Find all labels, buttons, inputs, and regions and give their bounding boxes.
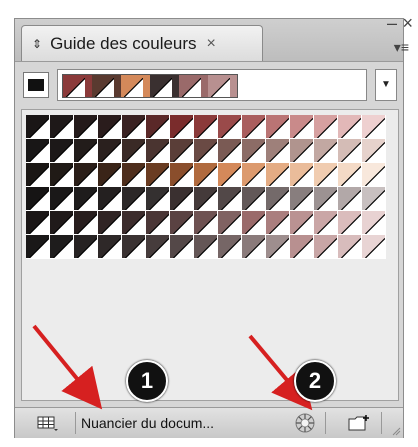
callout-badge-2: 2 [294,360,336,402]
annotation-arrows [32,324,313,411]
callout-badge-1: 1 [126,360,168,402]
annotation-arrow-2 [248,334,313,411]
annotation-arrow-1 [32,324,103,410]
